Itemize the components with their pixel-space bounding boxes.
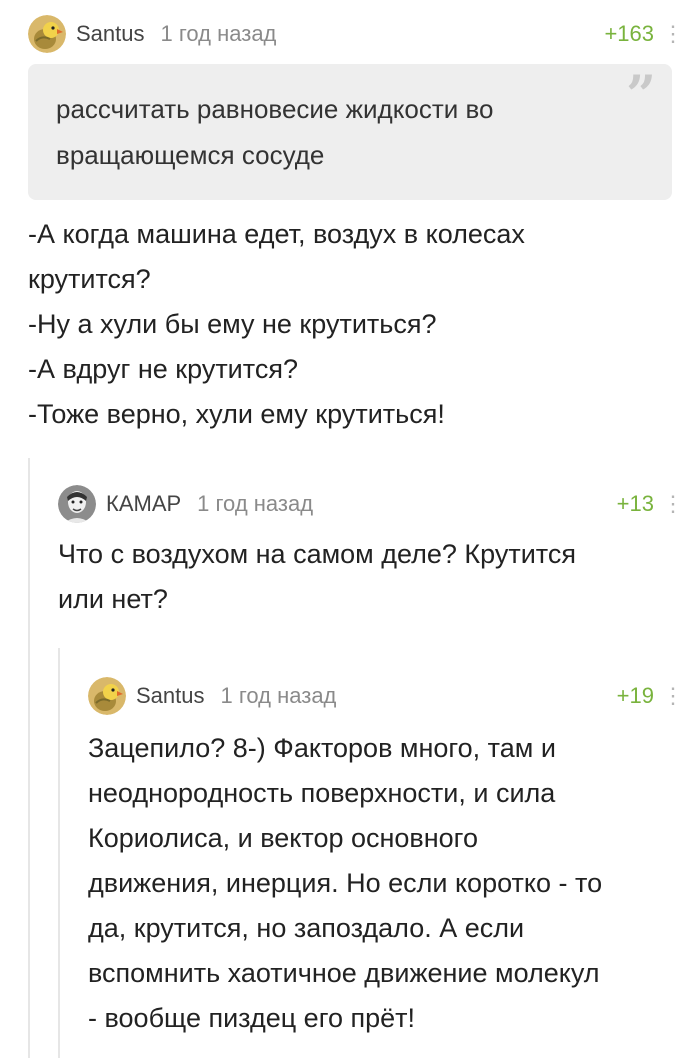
comment-line: Кориолиса, и вектор основного (88, 823, 478, 853)
comment-header: Santus 1 год назад +19 ⋮ (88, 676, 684, 716)
quote-line: вращающемся сосуде (56, 140, 325, 170)
rating: +19 (616, 683, 654, 708)
thread-line (58, 648, 60, 1058)
quote-icon: ” (626, 65, 656, 126)
comment-header: Santus 1 год назад +163 ⋮ (28, 14, 684, 54)
comment-time: 1 год назад (197, 491, 314, 516)
comment: КАМАР 1 год назад +13 ⋮ Что с воздухом н… (58, 484, 684, 622)
avatar[interactable] (58, 485, 96, 523)
comment-line: -А вдруг не крутится? (28, 354, 298, 384)
comment-line: - вообще пиздец его прёт! (88, 1003, 415, 1033)
rating: +163 (604, 21, 654, 46)
author-name[interactable]: Santus (136, 683, 205, 709)
thread-line (28, 458, 30, 1058)
comment-line: да, крутится, но запоздало. А если (88, 913, 525, 943)
comment-line: движения, инерция. Но если коротко - то (88, 868, 603, 898)
avatar[interactable] (88, 677, 126, 715)
comment-line: крутится? (28, 264, 151, 294)
portrait-icon (58, 485, 96, 523)
comment-body: Что с воздухом на самом деле? Крутится и… (58, 532, 672, 622)
quote-line: рассчитать равновесие жидкости во (56, 94, 494, 124)
comment-time: 1 год назад (220, 683, 337, 708)
comment-line: -Ну а хули бы ему не крутиться? (28, 309, 437, 339)
comment-line: -Тоже верно, хули ему крутиться! (28, 399, 445, 429)
comment-line: неоднородность поверхности, и сила (88, 778, 556, 808)
more-vertical-icon[interactable]: ⋮ (662, 685, 684, 707)
quote-block: ” рассчитать равновесие жидкости во вращ… (28, 64, 672, 200)
comment-line: Что с воздухом на самом деле? Крутится (58, 539, 576, 569)
parrot-icon (88, 677, 126, 715)
comment-header: КАМАР 1 год назад +13 ⋮ (58, 484, 684, 524)
comment-line: вспомнить хаотичное движение молекул (88, 958, 600, 988)
more-vertical-icon[interactable]: ⋮ (662, 493, 684, 515)
author-name[interactable]: Santus (76, 21, 145, 47)
rating: +13 (616, 491, 654, 516)
comment-body: -А когда машина едет, воздух в колесах к… (28, 212, 672, 437)
comment-body: Зацепило? 8-) Факторов много, там и неод… (88, 726, 672, 1041)
comment: Santus 1 год назад +163 ⋮ ” рассчитать р… (28, 14, 684, 437)
avatar[interactable] (28, 15, 66, 53)
comment-line: -А когда машина едет, воздух в колесах (28, 219, 525, 249)
more-vertical-icon[interactable]: ⋮ (662, 23, 684, 45)
author-name[interactable]: КАМАР (106, 491, 181, 517)
parrot-icon (28, 15, 66, 53)
comment-time: 1 год назад (160, 21, 277, 46)
comment-line: Зацепило? 8-) Факторов много, там и (88, 733, 556, 763)
comment: Santus 1 год назад +19 ⋮ Зацепило? 8-) Ф… (88, 676, 684, 1041)
comment-line: или нет? (58, 584, 168, 614)
